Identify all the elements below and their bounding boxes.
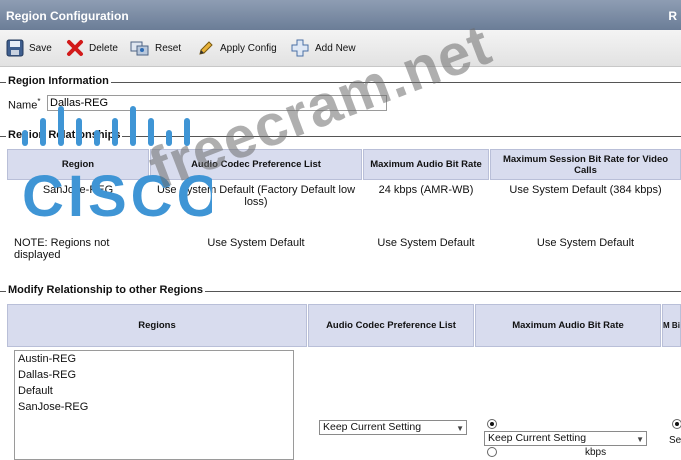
chevron-down-icon: ▼ bbox=[456, 424, 464, 433]
pencil-icon bbox=[199, 41, 213, 55]
chevron-down-icon: ▼ bbox=[636, 435, 644, 444]
name-label: Name* bbox=[8, 97, 41, 112]
add-new-button[interactable]: Add New bbox=[290, 38, 356, 58]
session-keep-radio[interactable] bbox=[672, 419, 681, 429]
save-icon bbox=[6, 39, 24, 57]
delete-label: Delete bbox=[89, 42, 118, 54]
bitrate-select-value: Keep Current Setting bbox=[488, 432, 587, 444]
table-cell: Use System Default bbox=[536, 237, 635, 249]
window-title: Region Configuration bbox=[6, 9, 129, 23]
delete-button[interactable]: Delete bbox=[66, 38, 118, 58]
regions-note: NOTE: Regions not displayed bbox=[14, 237, 110, 261]
list-item[interactable]: Default bbox=[15, 383, 293, 399]
table-cell: Use System Default bbox=[207, 237, 305, 249]
table-cell: Use System Default (Factory Default low … bbox=[156, 184, 356, 208]
column-header-partial: M Bi bbox=[662, 304, 681, 347]
list-item[interactable]: Dallas-REG bbox=[15, 367, 293, 383]
delete-icon bbox=[67, 40, 83, 56]
column-header-audio-codec-list: Audio Codec Preference List bbox=[308, 304, 474, 347]
list-item[interactable]: Austin-REG bbox=[15, 351, 293, 367]
column-header-max-audio-bit-rate: Maximum Audio Bit Rate bbox=[363, 149, 489, 180]
audio-codec-select-value: Keep Current Setting bbox=[323, 421, 422, 433]
apply-config-button[interactable]: Apply Config bbox=[197, 38, 277, 58]
apply-config-label: Apply Config bbox=[220, 42, 277, 54]
region-relationships-heading: Region Relationships bbox=[0, 129, 681, 143]
save-label: Save bbox=[29, 42, 52, 54]
reset-icon bbox=[130, 41, 149, 56]
title-right-text: R bbox=[668, 9, 677, 23]
partial-label: Se bbox=[669, 435, 681, 446]
reset-button[interactable]: Reset bbox=[130, 38, 181, 58]
bitrate-select[interactable]: Keep Current Setting ▼ bbox=[484, 431, 647, 446]
add-new-label: Add New bbox=[315, 42, 356, 54]
table-cell: 24 kbps (AMR-WB) bbox=[378, 184, 474, 196]
name-input[interactable] bbox=[47, 95, 387, 111]
bitrate-custom-radio[interactable] bbox=[487, 447, 497, 457]
title-bar: Region Configuration R bbox=[0, 0, 681, 30]
toolbar: Save Delete Reset Apply Config Add New bbox=[0, 30, 681, 67]
add-icon bbox=[291, 39, 309, 57]
column-header-audio-codec: Audio Codec Preference List bbox=[150, 149, 362, 180]
save-button[interactable]: Save bbox=[6, 38, 52, 58]
column-header-region: Region bbox=[7, 149, 149, 180]
reset-label: Reset bbox=[155, 42, 182, 54]
column-header-regions: Regions bbox=[7, 304, 307, 347]
modify-relationship-heading: Modify Relationship to other Regions bbox=[0, 284, 681, 298]
kbps-label: kbps bbox=[585, 447, 607, 458]
table-cell: Use System Default (384 kbps) bbox=[509, 184, 662, 196]
region-information-heading: Region Information bbox=[0, 75, 681, 89]
table-cell: Use System Default bbox=[377, 237, 475, 249]
list-item[interactable]: SanJose-REG bbox=[15, 399, 293, 415]
audio-codec-select[interactable]: Keep Current Setting ▼ bbox=[319, 420, 467, 435]
column-header-max-audio-bit-rate: Maximum Audio Bit Rate bbox=[475, 304, 661, 347]
table-cell: SanJose-REG bbox=[42, 184, 114, 196]
column-header-max-session-bit-rate: Maximum Session Bit Rate for Video Calls bbox=[490, 149, 681, 180]
bitrate-keep-radio[interactable] bbox=[487, 419, 497, 429]
required-mark: * bbox=[37, 97, 41, 106]
regions-listbox[interactable]: Austin-REG Dallas-REG Default SanJose-RE… bbox=[14, 350, 294, 460]
